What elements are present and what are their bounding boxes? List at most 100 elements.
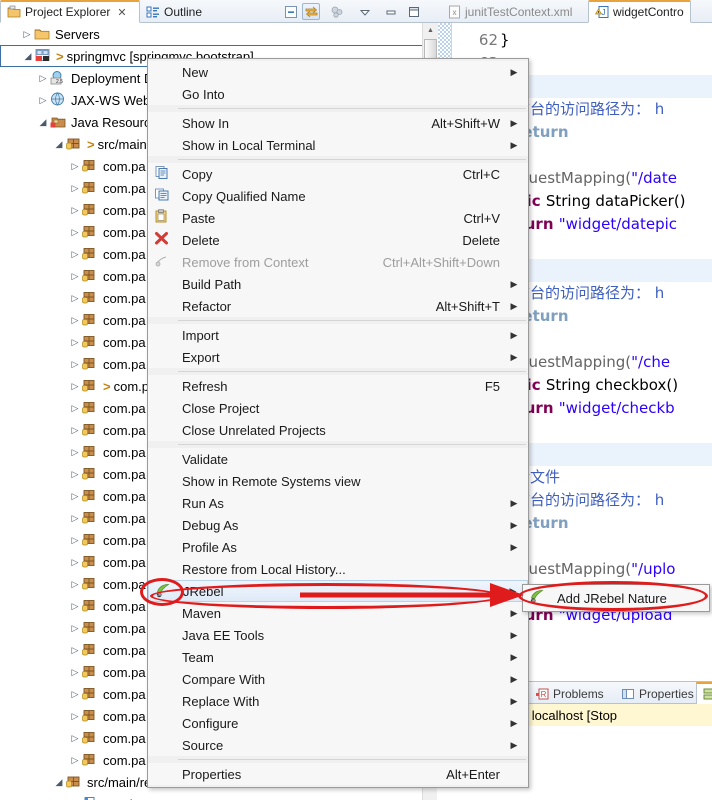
- tree-item[interactable]: ▷Employ: [0, 793, 438, 800]
- menu-item-new[interactable]: New ▶: [148, 61, 528, 83]
- menu-item-go-into[interactable]: Go Into: [148, 83, 528, 105]
- chevron-right-icon[interactable]: ▷: [68, 579, 82, 590]
- tab-problems[interactable]: R Problems: [530, 682, 609, 705]
- menu-item-build-path[interactable]: Build Path ▶: [148, 273, 528, 295]
- scroll-up-icon[interactable]: ▲: [423, 23, 438, 38]
- menu-item-restore-from-local-history[interactable]: Restore from Local History...: [148, 558, 528, 580]
- tab-servers[interactable]: [696, 682, 712, 705]
- menu-item-label: Configure: [182, 715, 239, 731]
- project-context-menu[interactable]: New ▶ Go Into Show In Alt+Shift+W ▶ Show in Lo…: [147, 58, 529, 788]
- tab-properties[interactable]: Properties: [616, 682, 699, 705]
- chevron-right-icon[interactable]: ▷: [68, 623, 82, 634]
- menu-item-refactor[interactable]: Refactor Alt+Shift+T ▶: [148, 295, 528, 317]
- menu-item-label: Team: [182, 649, 214, 665]
- menu-item-validate[interactable]: Validate: [148, 448, 528, 470]
- menu-item-run-as[interactable]: Run As ▶: [148, 492, 528, 514]
- chevron-right-icon[interactable]: ▷: [68, 447, 82, 458]
- package-icon: [82, 444, 100, 460]
- chevron-down-icon[interactable]: ◢: [21, 51, 35, 62]
- menu-item-configure[interactable]: Configure ▶: [148, 712, 528, 734]
- tree-item[interactable]: ▷ Servers: [0, 23, 438, 45]
- tree-item-label: com.pa: [103, 598, 146, 614]
- chevron-right-icon[interactable]: ▷: [68, 425, 82, 436]
- menu-item-show-in[interactable]: Show In Alt+Shift+W ▶: [148, 112, 528, 134]
- code-token: "/che: [631, 353, 671, 371]
- menu-item-copy-qualified-name[interactable]: Copy Qualified Name: [148, 185, 528, 207]
- chevron-right-icon[interactable]: ▷: [68, 601, 82, 612]
- menu-item-export[interactable]: Export ▶: [148, 346, 528, 368]
- source-folder-icon: [66, 136, 84, 152]
- chevron-right-icon[interactable]: ▷: [68, 249, 82, 260]
- chevron-right-icon[interactable]: ▷: [68, 711, 82, 722]
- jrebel-submenu[interactable]: JR Add JRebel Nature: [522, 584, 710, 612]
- chevron-right-icon[interactable]: ▷: [68, 491, 82, 502]
- tab-outline[interactable]: Outline: [140, 0, 252, 23]
- chevron-right-icon[interactable]: ▷: [68, 557, 82, 568]
- menu-item-add-jrebel-nature[interactable]: JR Add JRebel Nature: [523, 587, 709, 609]
- menu-item-label: Copy Qualified Name: [182, 188, 306, 204]
- menu-item-jrebel[interactable]: JR JRebel ▶: [148, 580, 528, 602]
- tab-widget-label: widgetContro: [613, 5, 684, 19]
- chevron-right-icon[interactable]: ▷: [68, 513, 82, 524]
- menu-item-show-in-local-terminal[interactable]: Show in Local Terminal ▶: [148, 134, 528, 156]
- menu-item-compare-with[interactable]: Compare With ▶: [148, 668, 528, 690]
- close-icon[interactable]: ✕: [117, 6, 126, 19]
- chevron-right-icon[interactable]: ▷: [68, 689, 82, 700]
- menu-item-maven[interactable]: Maven ▶: [148, 602, 528, 624]
- chevron-right-icon[interactable]: ▷: [20, 29, 34, 40]
- chevron-right-icon[interactable]: ▷: [68, 205, 82, 216]
- menu-item-paste[interactable]: Paste Ctrl+V: [148, 207, 528, 229]
- chevron-down-icon[interactable]: ◢: [52, 777, 66, 788]
- tab-widgetController-java[interactable]: J widgetContro: [588, 0, 691, 23]
- menu-item-close-project[interactable]: Close Project: [148, 397, 528, 419]
- chevron-right-icon[interactable]: ▷: [68, 161, 82, 172]
- chevron-right-icon[interactable]: ▷: [68, 227, 82, 238]
- chevron-right-icon[interactable]: ▷: [68, 755, 82, 766]
- chevron-down-icon[interactable]: ◢: [52, 139, 66, 150]
- chevron-right-icon[interactable]: ▷: [68, 535, 82, 546]
- menu-item-profile-as[interactable]: Profile As ▶: [148, 536, 528, 558]
- menu-item-java-ee-tools[interactable]: Java EE Tools ▶: [148, 624, 528, 646]
- chevron-right-icon[interactable]: ▷: [68, 183, 82, 194]
- menu-item-source[interactable]: Source ▶: [148, 734, 528, 756]
- package-icon: [82, 598, 100, 614]
- menu-item-refresh[interactable]: Refresh F5: [148, 375, 528, 397]
- chevron-right-icon[interactable]: ▷: [36, 95, 50, 106]
- package-icon: [82, 268, 100, 284]
- tab-junitTestContext-xml[interactable]: x junitTestContext.xml: [442, 0, 578, 23]
- chevron-right-icon[interactable]: ▷: [68, 403, 82, 414]
- package-icon: [82, 378, 100, 394]
- submenu-arrow-icon: ▶: [510, 66, 518, 77]
- menu-item-show-in-remote-systems-view[interactable]: Show in Remote Systems view: [148, 470, 528, 492]
- menu-item-close-unrelated-projects[interactable]: Close Unrelated Projects: [148, 419, 528, 441]
- menu-item-delete[interactable]: Delete Delete: [148, 229, 528, 251]
- chevron-right-icon[interactable]: ▷: [36, 73, 50, 84]
- chevron-down-icon[interactable]: ◢: [36, 117, 50, 128]
- view-menu-icon[interactable]: [356, 3, 374, 20]
- chevron-right-icon[interactable]: ▷: [68, 469, 82, 480]
- menu-item-import[interactable]: Import ▶: [148, 324, 528, 346]
- chevron-right-icon[interactable]: ▷: [68, 271, 82, 282]
- menu-item-team[interactable]: Team ▶: [148, 646, 528, 668]
- chevron-right-icon[interactable]: ▷: [68, 733, 82, 744]
- chevron-right-icon[interactable]: ▷: [68, 315, 82, 326]
- menu-item-copy[interactable]: Copy Ctrl+C: [148, 163, 528, 185]
- code-line[interactable]: }: [500, 29, 510, 52]
- maximize-view-icon[interactable]: [405, 3, 423, 20]
- chevron-right-icon[interactable]: ▷: [68, 359, 82, 370]
- chevron-right-icon[interactable]: ▷: [68, 667, 82, 678]
- tab-project-explorer[interactable]: Project Explorer ✕: [0, 0, 140, 23]
- link-with-editor-icon[interactable]: [302, 3, 320, 20]
- chevron-right-icon[interactable]: ▷: [68, 645, 82, 656]
- minimize-view-icon[interactable]: [382, 3, 400, 20]
- collapse-all-icon[interactable]: [282, 3, 300, 20]
- chevron-right-icon[interactable]: ▷: [68, 293, 82, 304]
- menu-item-properties[interactable]: Properties Alt+Enter: [148, 763, 528, 785]
- submenu-items-container: JR Add JRebel Nature: [523, 587, 709, 609]
- menu-item-replace-with[interactable]: Replace With ▶: [148, 690, 528, 712]
- chevron-right-icon[interactable]: ▷: [68, 337, 82, 348]
- chevron-right-icon[interactable]: ▷: [68, 381, 82, 392]
- menu-item-debug-as[interactable]: Debug As ▶: [148, 514, 528, 536]
- tree-item-label: com.pa: [103, 664, 146, 680]
- focus-on-active-task-icon[interactable]: [328, 3, 346, 20]
